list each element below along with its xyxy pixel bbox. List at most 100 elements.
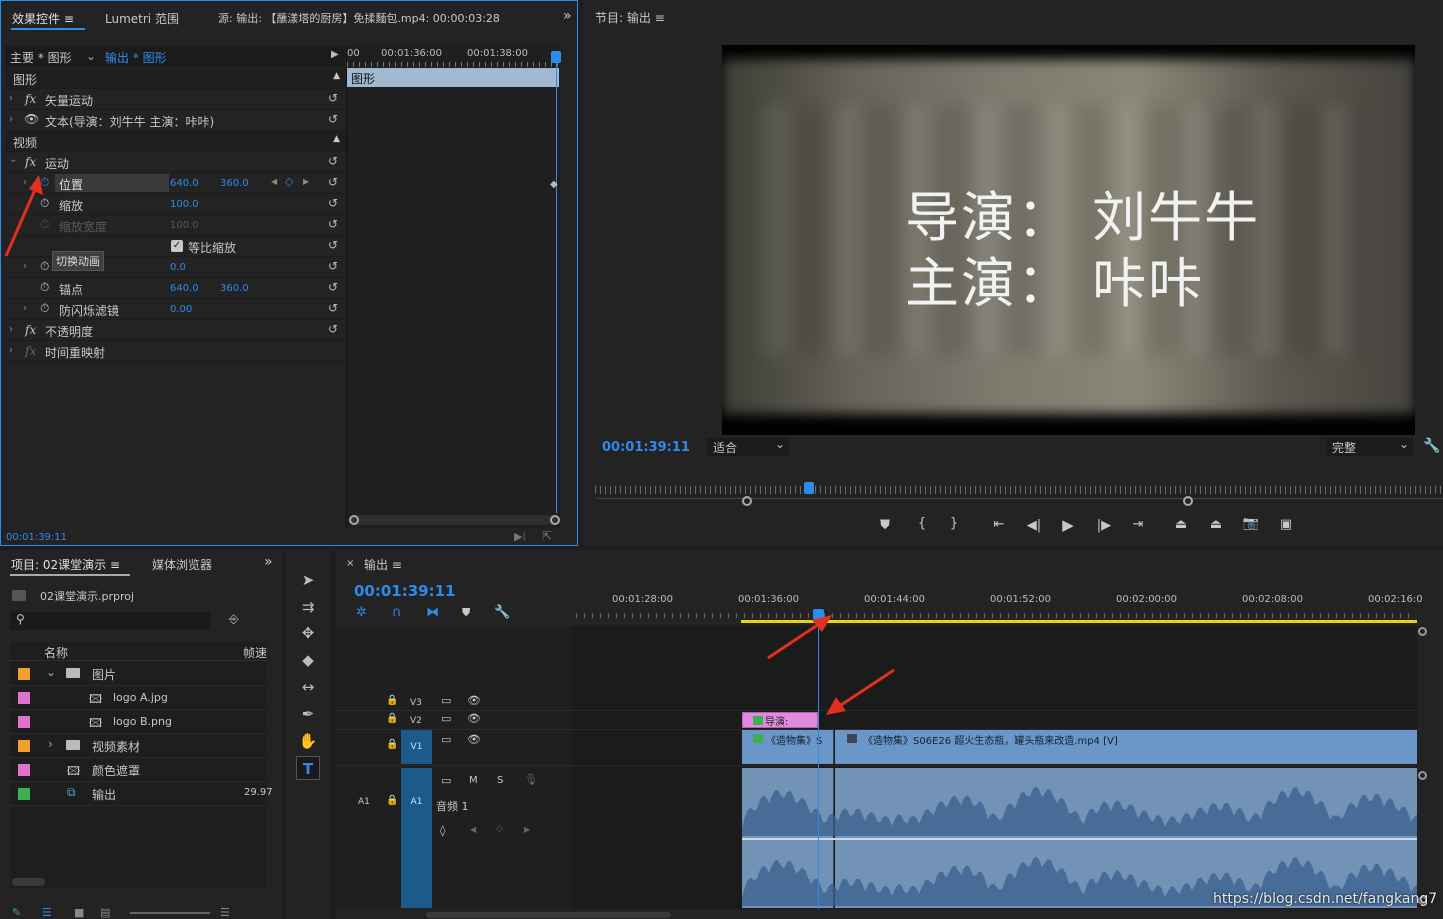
menu-icon[interactable]: ≡ xyxy=(110,558,120,572)
razor-icon[interactable]: ◆ xyxy=(296,648,320,672)
position-row[interactable]: › ⏱ 位置 640.0 360.0 ◀ ◇ ▶ ↺ xyxy=(5,173,346,194)
zoom-slider[interactable] xyxy=(130,912,210,914)
work-area-bar[interactable] xyxy=(741,620,1417,623)
label-color-swatch[interactable] xyxy=(18,764,30,776)
reset-icon[interactable]: ↺ xyxy=(328,322,338,336)
list-item[interactable]: 🖾 颜色遮罩 xyxy=(10,759,267,782)
more-panels-icon[interactable]: » xyxy=(563,8,572,24)
scale-value[interactable]: 100.0 xyxy=(170,199,199,210)
chevron-right-icon[interactable]: › xyxy=(9,345,13,356)
pen-tool-icon[interactable]: ✒ xyxy=(296,702,320,726)
sequence-clip-label[interactable]: 输出 * 图形 xyxy=(105,49,167,66)
label-color-swatch[interactable] xyxy=(18,716,30,728)
position-x-value[interactable]: 640.0 xyxy=(170,178,199,189)
eye-icon[interactable]: 👁 xyxy=(467,694,481,707)
keyframe-icon[interactable]: ◆ xyxy=(550,179,558,190)
reset-icon[interactable]: ↺ xyxy=(328,175,338,189)
motion-row[interactable]: ⌄ fx 运动 ↺ xyxy=(5,152,346,173)
collapse-up-icon[interactable]: ▲ xyxy=(333,134,340,144)
anti-flicker-row[interactable]: › ⏱ 防闪烁滤镜 0.00 ↺ xyxy=(5,299,346,320)
selection-tool-icon[interactable]: ➤ xyxy=(296,568,320,592)
reset-icon[interactable]: ↺ xyxy=(328,91,338,105)
marker-icon[interactable]: ⛊ xyxy=(462,606,470,620)
add-keyframe-icon[interactable]: ◇ xyxy=(496,824,503,834)
search-input[interactable] xyxy=(10,612,210,630)
settings-wrench-icon[interactable]: 🔧 xyxy=(494,605,510,620)
reset-icon[interactable]: ↺ xyxy=(328,280,338,294)
list-item[interactable]: 🖾 logo A.jpg xyxy=(10,687,267,710)
freeform-view-icon[interactable]: ▤ xyxy=(100,906,110,919)
extract-icon[interactable]: ⏏ xyxy=(1205,517,1227,532)
chevron-down-icon[interactable]: ⌄ xyxy=(86,49,96,63)
reset-icon[interactable]: ↺ xyxy=(328,112,338,126)
scale-row[interactable]: ⏱ 缩放 100.0 ↺ xyxy=(5,194,346,215)
track-v2-label[interactable]: V2 xyxy=(410,716,422,726)
track-v3-label[interactable]: V3 xyxy=(410,698,422,708)
lock-icon[interactable]: 🔒 xyxy=(386,713,398,724)
eye-icon[interactable]: 👁 xyxy=(467,733,481,746)
camera-icon[interactable]: 📷 xyxy=(1240,516,1262,531)
chevron-right-icon[interactable]: › xyxy=(23,303,27,314)
collapse-up-icon[interactable]: ▲ xyxy=(333,71,340,81)
mute-button[interactable]: M xyxy=(469,775,478,786)
timeline-scrollbar[interactable] xyxy=(426,912,671,918)
anti-flicker-value[interactable]: 0.00 xyxy=(170,304,192,315)
list-item[interactable]: 🖾 logo B.png xyxy=(10,711,267,734)
anchor-x-value[interactable]: 640.0 xyxy=(170,283,199,294)
keyframe-toggle-icon[interactable]: ◊ xyxy=(440,824,445,837)
lock-icon[interactable]: 🔒 xyxy=(386,795,398,806)
eye-icon[interactable]: 👁 xyxy=(24,112,39,126)
opacity-row[interactable]: › fx 不透明度 ↺ xyxy=(5,320,346,341)
program-timecode[interactable]: 00:01:39:11 xyxy=(602,440,690,455)
reset-icon[interactable]: ↺ xyxy=(328,217,338,231)
icon-view-icon[interactable]: ■ xyxy=(74,906,84,919)
track-select-icon[interactable]: ⇉ xyxy=(296,595,320,619)
reset-icon[interactable]: ↺ xyxy=(328,259,338,273)
reset-icon[interactable]: ↺ xyxy=(328,154,338,168)
ec-zoom-handle-right[interactable] xyxy=(550,515,560,525)
prev-keyframe-icon[interactable]: ◀ xyxy=(271,177,277,186)
vector-motion-row[interactable]: › fx 矢量运动 ↺ xyxy=(5,89,346,110)
tab-media-browser[interactable]: 媒体浏览器 xyxy=(152,556,212,573)
lock-icon[interactable]: 🔒 xyxy=(386,695,398,706)
rotation-value[interactable]: 0.0 xyxy=(170,262,186,273)
mark-in-icon[interactable]: { xyxy=(911,516,933,531)
sync-lock-icon[interactable]: ▭ xyxy=(441,774,451,787)
chevron-right-icon[interactable]: › xyxy=(48,737,53,751)
reset-icon[interactable]: ↺ xyxy=(328,301,338,315)
export-icon[interactable]: ⇱ xyxy=(542,529,552,543)
rotation-row[interactable]: › ⏱ 切换动画 0.0 ↺ xyxy=(5,251,346,278)
close-icon[interactable]: × xyxy=(346,558,354,569)
fx-icon[interactable]: fx xyxy=(25,155,36,169)
new-bin-search-icon[interactable]: ⎆ xyxy=(229,612,239,627)
ec-scrollbar[interactable] xyxy=(349,515,559,525)
more-panels-icon[interactable]: » xyxy=(264,554,273,570)
chevron-right-icon[interactable]: › xyxy=(9,324,13,335)
add-keyframe-icon[interactable]: ◇ xyxy=(285,175,293,188)
project-scrollbar[interactable] xyxy=(12,878,45,886)
hand-tool-icon[interactable]: ✋ xyxy=(296,729,320,753)
anchor-y-value[interactable]: 360.0 xyxy=(220,283,249,294)
next-keyframe-icon[interactable]: ▶ xyxy=(524,825,530,834)
ripple-edit-icon[interactable]: ✥ xyxy=(296,621,320,645)
expand-right-icon[interactable]: ▶ xyxy=(331,49,339,60)
master-clip-label[interactable]: 主要 * 图形 xyxy=(10,49,72,66)
uniform-scale-checkbox[interactable]: ✓ xyxy=(171,240,183,252)
lock-icon[interactable]: 🔒 xyxy=(386,739,398,750)
scroll-circle-icon[interactable] xyxy=(1418,627,1427,636)
text-layer-row[interactable]: › 👁 文本(导演：刘牛牛 主演：咔咔) ↺ xyxy=(5,110,346,131)
play-icon[interactable]: ▶ xyxy=(1057,516,1079,534)
track-a1-target-label[interactable]: A1 xyxy=(358,797,370,807)
add-marker-icon[interactable]: ⛊ xyxy=(874,518,896,533)
tab-project[interactable]: 项目: 02课堂演示 ≡ xyxy=(11,556,120,573)
mic-icon[interactable]: 🎙 xyxy=(524,773,538,786)
ec-timecode[interactable]: 00:01:39:11 xyxy=(6,532,67,543)
chevron-right-icon[interactable]: › xyxy=(23,261,27,272)
chevron-right-icon[interactable]: › xyxy=(9,93,13,104)
scroll-handle-left[interactable] xyxy=(742,496,752,506)
next-keyframe-icon[interactable]: ▶ xyxy=(303,177,309,186)
program-playhead[interactable] xyxy=(804,482,814,494)
ec-playhead-handle[interactable] xyxy=(551,51,561,63)
sync-lock-icon[interactable]: ▭ xyxy=(441,733,451,746)
source-patch-a1[interactable]: A1 xyxy=(401,768,432,908)
